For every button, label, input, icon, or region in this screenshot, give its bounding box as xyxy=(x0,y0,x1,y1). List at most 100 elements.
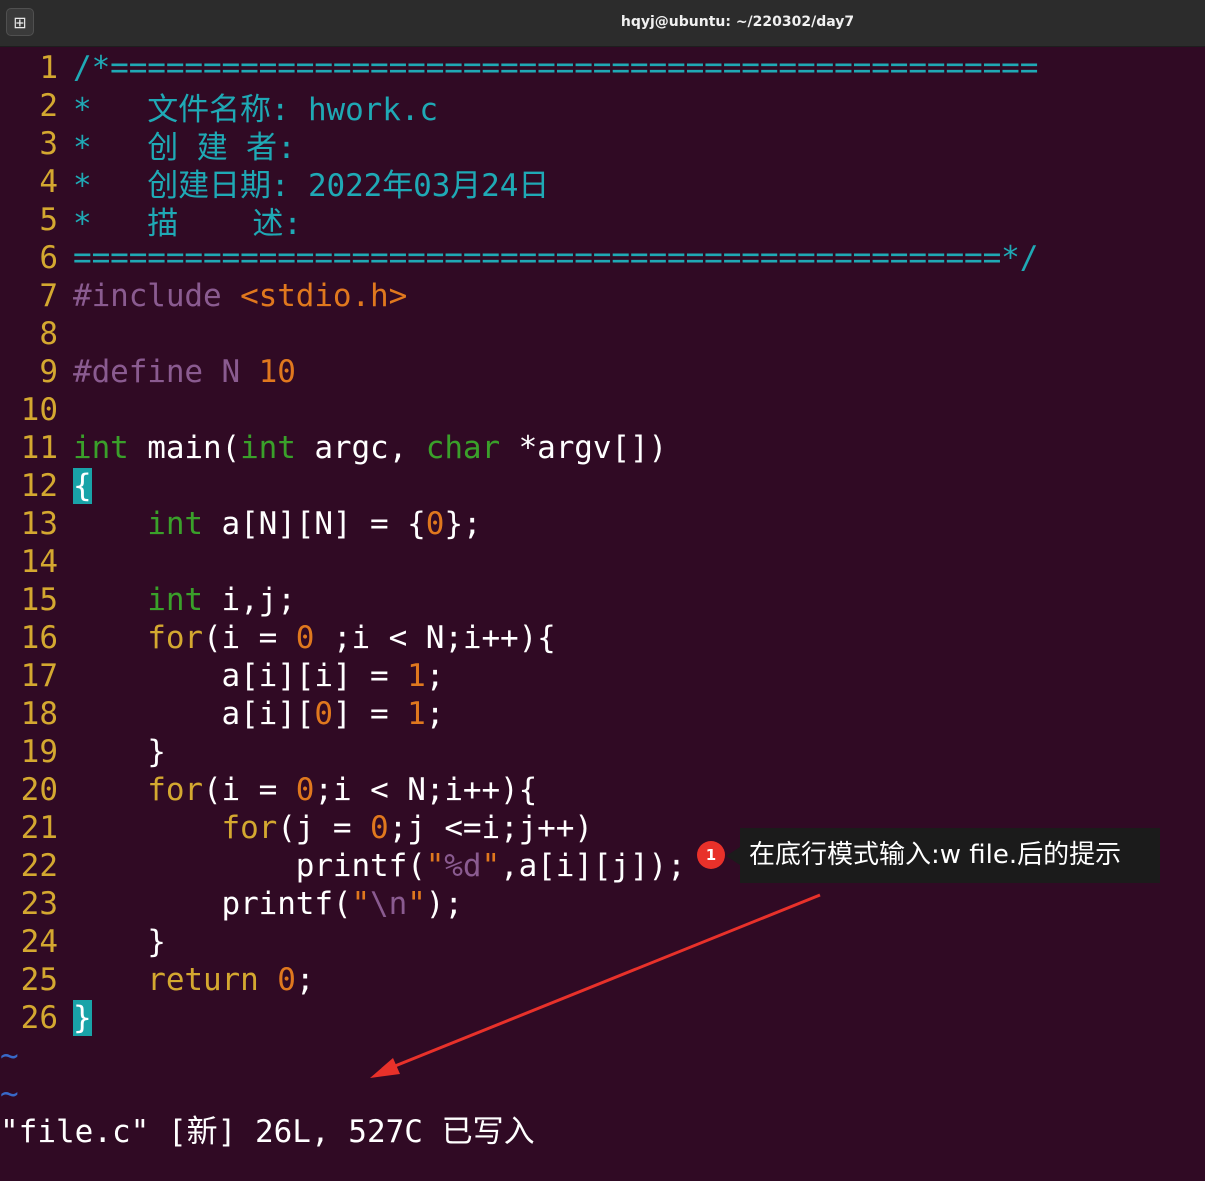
code-text: #define N 10 xyxy=(58,354,296,390)
code-token: for xyxy=(147,772,203,808)
code-token: char xyxy=(425,430,501,466)
code-line: 24 } xyxy=(0,923,1205,961)
code-line: 2 * 文件名称: hwork.c xyxy=(0,87,1205,128)
code-line: 19 } xyxy=(0,733,1205,771)
code-token: return xyxy=(147,962,259,998)
code-token: ; xyxy=(425,658,445,694)
code-token: " xyxy=(425,848,445,884)
code-text: int i,j; xyxy=(58,582,296,618)
code-token: } xyxy=(73,734,166,770)
line-number: 20 xyxy=(20,772,58,808)
code-line: 9 #define N 10 xyxy=(0,353,1205,391)
code-text: /*======================================… xyxy=(58,50,1038,86)
code-line: 16 for(i = 0 ;i < N;i++){ xyxy=(0,619,1205,657)
vim-editor[interactable]: 1 /*=====================================… xyxy=(0,49,1205,1113)
code-token: printf( xyxy=(73,886,352,922)
code-token: 0 xyxy=(370,810,389,846)
code-token: %d xyxy=(444,848,482,884)
code-line: 23 printf("\n"); xyxy=(0,885,1205,923)
line-number: 15 xyxy=(20,582,58,618)
code-text: a[i][i] = 1; xyxy=(58,658,445,694)
line-number: 9 xyxy=(39,354,58,390)
code-line: 7 #include <stdio.h> xyxy=(0,277,1205,315)
line-number: 5 xyxy=(39,202,58,238)
code-token: (i = xyxy=(202,620,296,656)
code-text: for(i = 0 ;i < N;i++){ xyxy=(58,620,556,656)
code-token: int xyxy=(147,506,203,542)
line-number: 21 xyxy=(20,810,58,846)
code-text: * 描 述: xyxy=(58,198,302,243)
code-token: ;i < N;i++){ xyxy=(314,772,538,808)
code-line: 5 * 描 述: xyxy=(0,201,1205,242)
code-text: } xyxy=(58,734,166,770)
code-line: 8 xyxy=(0,315,1205,353)
line-number: 25 xyxy=(20,962,58,998)
code-token: " xyxy=(351,886,371,922)
code-text: a[i][0] = 1; xyxy=(58,696,445,732)
matched-brace: } xyxy=(73,1000,92,1036)
line-number: 1 xyxy=(39,50,58,86)
empty-buffer-line: ~ xyxy=(0,1038,19,1074)
code-token: printf( xyxy=(73,848,426,884)
code-line: 1 /*=====================================… xyxy=(0,49,1205,87)
code-token: (i = xyxy=(202,772,296,808)
line-number: 8 xyxy=(39,316,58,352)
code-line: 14 xyxy=(0,543,1205,581)
window-title: hqyj@ubuntu: ~/220302/day7 xyxy=(620,14,855,30)
code-token: 0 xyxy=(295,620,315,656)
line-number: 14 xyxy=(20,544,58,580)
code-line: 25 return 0; xyxy=(0,961,1205,999)
code-token: argc, xyxy=(295,430,426,466)
code-text: for(j = 0;j <=i;j++) xyxy=(58,810,593,846)
annotation-badge: 1 xyxy=(697,841,725,869)
empty-buffer-line: ~ xyxy=(0,1076,19,1112)
code-token: } xyxy=(73,924,166,960)
code-line: 3 * 创 建 者: xyxy=(0,125,1205,166)
code-line: 4 * 创建日期: 2022年03月24日 xyxy=(0,163,1205,204)
code-token: (j = xyxy=(277,810,371,846)
code-token: main( xyxy=(128,430,241,466)
code-token: ; xyxy=(425,696,445,732)
window-titlebar: ⊞ hqyj@ubuntu: ~/220302/day7 xyxy=(0,0,1205,47)
code-token: ); xyxy=(425,886,463,922)
code-token: 0 xyxy=(277,962,296,998)
code-token: i,j; xyxy=(202,582,296,618)
line-number: 4 xyxy=(39,164,58,200)
code-token: 10 xyxy=(258,354,296,390)
code-token: a[N][N] = { xyxy=(202,506,426,542)
code-line: 11 int main(int argc, char *argv[]) xyxy=(0,429,1205,467)
code-token: 1 xyxy=(407,696,426,732)
line-number: 13 xyxy=(20,506,58,542)
code-text: int a[N][N] = {0}; xyxy=(58,506,481,542)
code-line: 17 a[i][i] = 1; xyxy=(0,657,1205,695)
code-token: #include xyxy=(73,278,241,314)
code-token: ] = xyxy=(332,696,408,732)
code-token: 0 xyxy=(425,506,445,542)
code-text: int main(int argc, char *argv[]) xyxy=(58,430,667,466)
line-number: 23 xyxy=(20,886,58,922)
code-token: 0 xyxy=(314,696,333,732)
code-token: *argv[]) xyxy=(500,430,668,466)
code-line: 18 a[i][0] = 1; xyxy=(0,695,1205,733)
code-line: 26} xyxy=(0,999,1205,1037)
code-token: /*======================================… xyxy=(73,50,1039,86)
line-number: 22 xyxy=(20,848,58,884)
code-token: ========================================… xyxy=(73,240,1039,276)
line-number: 2 xyxy=(39,88,58,124)
matched-brace: { xyxy=(73,468,92,504)
code-text: #include <stdio.h> xyxy=(58,278,407,314)
line-number: 19 xyxy=(20,734,58,770)
line-number: 17 xyxy=(20,658,58,694)
code-token: " xyxy=(481,848,501,884)
code-token: * 描 述: xyxy=(73,205,302,242)
code-token: ,a[i][j]); xyxy=(500,848,686,884)
code-token: 0 xyxy=(295,772,315,808)
code-token: for xyxy=(221,810,278,846)
